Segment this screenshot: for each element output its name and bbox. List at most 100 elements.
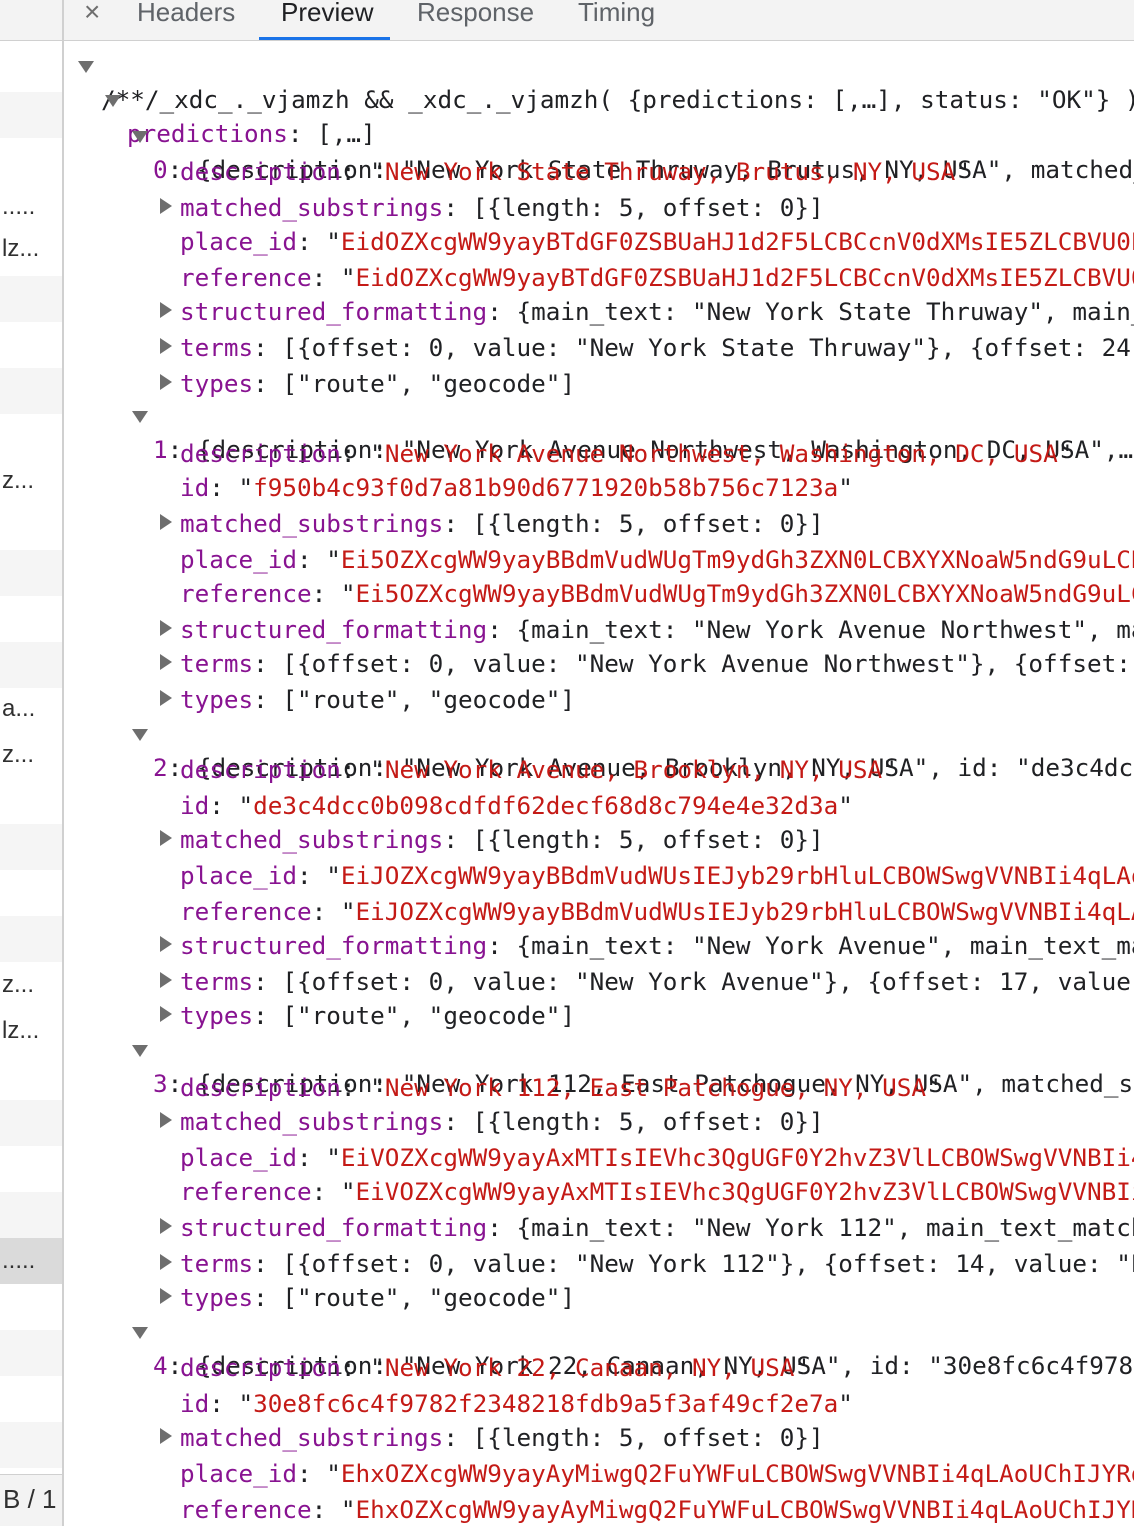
request-row[interactable]: z...: [0, 458, 62, 504]
request-row[interactable]: [0, 92, 62, 138]
tree-value: f950b4c93f0d7a81b90d6771920b58b756c7123a: [253, 473, 839, 502]
request-row[interactable]: [0, 276, 62, 322]
triangle-right-icon[interactable]: [160, 338, 172, 354]
tree-value: [{offset: 0, value: "New York Avenue"}, …: [282, 967, 1134, 996]
tree-value: EiVOZXcgWW9yayAxMTIsIEVhc3QgUGF0Y2hvZ3Vl…: [340, 1143, 1134, 1172]
tree-value: New York Avenue, Brooklyn, NY, USA: [384, 755, 883, 784]
tree-item-0[interactable]: 0: {description: "New York State Thruway…: [64, 122, 1134, 184]
tree-value: ["route", "geocode"]: [282, 1283, 575, 1312]
request-row[interactable]: [0, 1100, 62, 1146]
request-name: .....: [2, 193, 36, 220]
tree-field-place-id: place_id: "EhxOZXcgWW9yayAyMiwgQ2FuYWFuL…: [180, 1458, 1134, 1490]
tree-value: EiJOZXcgWW9yayBBdmVudWUsIEJyb29rbHluLCBO…: [355, 897, 1134, 926]
tree-value: [{length: 5, offset: 0}]: [472, 825, 824, 854]
request-row[interactable]: lz...: [0, 1008, 62, 1054]
triangle-right-icon[interactable]: [160, 198, 172, 214]
tree-root[interactable]: /**/_xdc_._vjamzh && _xdc_._vjamzh( {pre…: [64, 52, 1134, 114]
request-row[interactable]: z...: [0, 962, 62, 1008]
request-row[interactable]: [0, 368, 62, 414]
triangle-right-icon[interactable]: [160, 690, 172, 706]
tree-field-reference: reference: "Ei5OZXcgWW9yayBBdmVudWUgTm9y…: [180, 578, 1134, 610]
preview-pane: /**/_xdc_._vjamzh && _xdc_._vjamzh( {pre…: [64, 41, 1134, 1526]
tree-field-reference: reference: "EidOZXcgWW9yayBTdGF0ZSBUaHJ1…: [180, 262, 1134, 294]
tree-value: {main_text: "New York 112", main_text_ma…: [516, 1213, 1134, 1242]
tree-value: ["route", "geocode"]: [282, 369, 575, 398]
tree-value: [{offset: 0, value: "New York State Thru…: [282, 333, 1134, 362]
triangle-right-icon[interactable]: [160, 1288, 172, 1304]
request-row[interactable]: a...: [0, 686, 62, 732]
request-row[interactable]: z...: [0, 732, 62, 778]
tree-value: ["route", "geocode"]: [282, 1001, 575, 1030]
request-name: lz...: [2, 1017, 40, 1044]
tab-response[interactable]: Response: [417, 0, 534, 40]
triangle-right-icon[interactable]: [160, 654, 172, 670]
tree-value: New York State Thruway, Brutus, NY, USA: [384, 157, 956, 186]
tree-summary: : [,…]: [287, 119, 376, 148]
tree-field-id: id: "de3c4dcc0b098cdfdf62decf68d8c794e4e…: [180, 791, 853, 820]
tree-key: predictions: [127, 119, 288, 148]
triangle-right-icon[interactable]: [160, 1112, 172, 1128]
request-name: .....: [2, 1247, 36, 1274]
tree-field-description: description: "New York 22, Canaan, NY, U…: [180, 1353, 810, 1382]
tree-root-text: /**/_xdc_._vjamzh && _xdc_._vjamzh( {pre…: [101, 85, 1134, 114]
tree-value: Ei5OZXcgWW9yayBBdmVudWUgTm9ydGh3ZXN0LCBX…: [355, 579, 1134, 608]
tree-item-1[interactable]: 1: {description: "New York Avenue Northw…: [64, 402, 1134, 464]
triangle-right-icon[interactable]: [160, 374, 172, 390]
triangle-down-icon[interactable]: [132, 131, 148, 143]
tree-field-description: description: "New York Avenue Northwest,…: [180, 439, 1073, 468]
tree-value: {main_text: "New York Avenue", main_text…: [516, 931, 1134, 960]
tree-field-place-id: place_id: "EidOZXcgWW9yayBTdGF0ZSBUaHJ1d…: [180, 226, 1134, 258]
triangle-right-icon[interactable]: [160, 1254, 172, 1270]
request-row[interactable]: .....: [0, 184, 62, 230]
tree-item-2[interactable]: 2: {description: "New York Avenue, Brook…: [64, 720, 1134, 782]
triangle-down-icon[interactable]: [132, 1327, 148, 1339]
triangle-right-icon[interactable]: [160, 620, 172, 636]
tree-item-3[interactable]: 3: {description: "New York 112, East Pat…: [64, 1036, 1134, 1098]
triangle-right-icon[interactable]: [160, 514, 172, 530]
active-tab-indicator: [259, 37, 390, 40]
request-row[interactable]: lz...: [0, 226, 62, 272]
triangle-right-icon[interactable]: [160, 936, 172, 952]
triangle-right-icon[interactable]: [160, 1218, 172, 1234]
tree-value: EidOZXcgWW9yayBTdGF0ZSBUaHJ1d2F5LCBCcnV0…: [340, 227, 1134, 256]
request-name: z...: [2, 971, 35, 998]
request-row[interactable]: [0, 1422, 62, 1468]
tree-value: New York 112, East Patchogue, NY, USA: [384, 1073, 927, 1102]
tree-value: Ei5OZXcgWW9yayBBdmVudWUgTm9ydGh3ZXN0LCBX…: [340, 545, 1134, 574]
tree-value: New York 22, Canaan, NY, USA: [384, 1353, 795, 1382]
tree-item-4[interactable]: 4: {description: "New York 22, Canaan, N…: [64, 1318, 1134, 1380]
tree-value: [{length: 5, offset: 0}]: [472, 1423, 824, 1452]
tab-timing[interactable]: Timing: [578, 0, 655, 40]
triangle-right-icon[interactable]: [160, 972, 172, 988]
triangle-down-icon[interactable]: [78, 61, 94, 73]
request-row[interactable]: [0, 916, 62, 962]
tree-field-description: description: "New York 112, East Patchog…: [180, 1073, 941, 1102]
triangle-down-icon[interactable]: [132, 729, 148, 741]
request-row[interactable]: [0, 1192, 62, 1238]
request-name: z...: [2, 467, 35, 494]
tree-value: {main_text: "New York State Thruway", ma…: [516, 297, 1134, 326]
triangle-right-icon[interactable]: [160, 302, 172, 318]
request-row[interactable]: [0, 550, 62, 596]
triangle-right-icon[interactable]: [160, 830, 172, 846]
tree-value: 30e8fc6c4f9782f2348218fdb9a5f3af49cf2e7a: [253, 1389, 839, 1418]
triangle-down-icon[interactable]: [105, 95, 121, 107]
triangle-down-icon[interactable]: [132, 1045, 148, 1057]
request-row-selected[interactable]: .....: [0, 1238, 62, 1284]
tree-value: {main_text: "New York Avenue Northwest",…: [516, 615, 1134, 644]
triangle-right-icon[interactable]: [160, 1428, 172, 1444]
tree-field-reference: reference: "EiJOZXcgWW9yayBBdmVudWUsIEJy…: [180, 896, 1134, 928]
tab-preview[interactable]: Preview: [281, 0, 373, 40]
request-list-header: [0, 0, 62, 41]
request-row[interactable]: [0, 642, 62, 688]
close-icon[interactable]: ×: [84, 0, 100, 32]
tree-predictions[interactable]: predictions: [,…]: [64, 86, 376, 148]
triangle-right-icon[interactable]: [160, 1006, 172, 1022]
request-row[interactable]: [0, 824, 62, 870]
request-row[interactable]: [0, 1330, 62, 1376]
tab-headers[interactable]: Headers: [137, 0, 235, 40]
tree-value: [{length: 5, offset: 0}]: [472, 509, 824, 538]
tree-index: 0: [153, 155, 168, 184]
triangle-down-icon[interactable]: [132, 411, 148, 423]
tree-value: EiJOZXcgWW9yayBBdmVudWUsIEJyb29rbHluLCBO…: [340, 861, 1134, 890]
